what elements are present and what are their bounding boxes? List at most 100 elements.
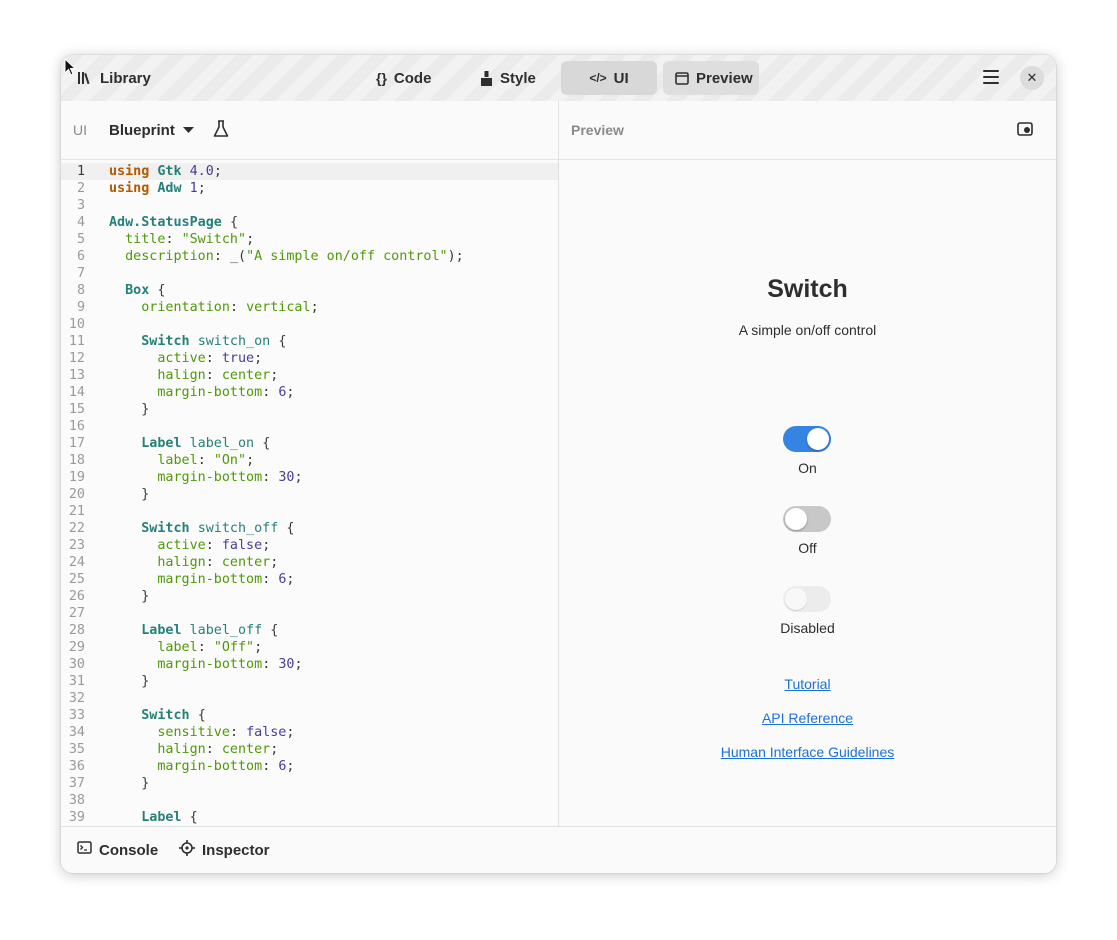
library-icon (77, 71, 93, 85)
line-text: active: false; (157, 538, 271, 553)
code-line[interactable]: 36 margin-bottom: 6; (61, 758, 558, 775)
tab-ui[interactable]: </> UI (561, 61, 657, 95)
link-row: API Reference (559, 710, 1056, 728)
code-line[interactable]: 16 (61, 418, 558, 435)
line-text: halign: center; (157, 742, 279, 757)
link-row: Tutorial (559, 676, 1056, 694)
line-text: } (141, 487, 150, 502)
line-text: Box { (125, 283, 166, 298)
code-line[interactable]: 8 Box { (61, 282, 558, 299)
line-number: 17 (68, 436, 85, 451)
code-line[interactable]: 28 Label label_off { (61, 622, 558, 639)
line-text: margin-bottom: 6; (157, 385, 295, 400)
tab-preview[interactable]: Preview (663, 61, 759, 95)
code-line[interactable]: 37 } (61, 775, 558, 792)
code-line[interactable]: 7 (61, 265, 558, 282)
code-line[interactable]: 33 Switch { (61, 707, 558, 724)
line-number: 10 (68, 317, 85, 332)
code-line[interactable]: 15 } (61, 401, 558, 418)
inspector-label: Inspector (202, 841, 270, 859)
line-text: margin-bottom: 30; (157, 470, 303, 485)
code-line[interactable]: 23 active: false; (61, 537, 558, 554)
code-line[interactable]: 22 Switch switch_off { (61, 520, 558, 537)
code-line[interactable]: 21 (61, 503, 558, 520)
tab-style[interactable]: Style (468, 61, 560, 95)
switch-knob (785, 508, 807, 530)
line-text: Adw.StatusPage { (109, 215, 238, 230)
line-text: using Adw 1; (109, 181, 206, 196)
language-dropdown[interactable]: Blueprint (103, 113, 200, 147)
code-line[interactable]: 2 using Adw 1; (61, 180, 558, 197)
ui-toolbar: UI Blueprint (61, 101, 558, 160)
code-line[interactable]: 11 Switch switch_on { (61, 333, 558, 350)
line-number: 9 (76, 300, 85, 315)
tab-code[interactable]: {} Code (364, 61, 454, 95)
switch-on[interactable] (783, 426, 831, 452)
console-button[interactable]: Console (71, 834, 164, 866)
close-icon: ✕ (1026, 70, 1038, 85)
code-line[interactable]: 24 halign: center; (61, 554, 558, 571)
line-text: Label label_on { (141, 436, 271, 451)
screenshot-button[interactable] (1017, 121, 1035, 139)
flask-button[interactable] (213, 120, 231, 140)
line-text: } (141, 674, 150, 689)
api-reference-link[interactable]: API Reference (762, 710, 853, 726)
code-line[interactable]: 31 } (61, 673, 558, 690)
library-button[interactable]: Library (65, 61, 163, 95)
code-line[interactable]: 19 margin-bottom: 30; (61, 469, 558, 486)
tab-code-label: Code (393, 69, 432, 87)
line-number: 32 (68, 691, 85, 706)
code-line[interactable]: 20 } (61, 486, 558, 503)
line-number: 29 (68, 640, 85, 655)
brush-icon (480, 70, 493, 86)
code-line[interactable]: 30 margin-bottom: 30; (61, 656, 558, 673)
line-number: 35 (68, 742, 85, 757)
braces-icon: {} (376, 70, 387, 86)
code-line[interactable]: 34 sensitive: false; (61, 724, 558, 741)
crosshair-icon (179, 839, 195, 861)
line-text: using Gtk 4.0; (109, 164, 222, 179)
switch-knob (785, 588, 807, 610)
line-text: sensitive: false; (157, 725, 295, 740)
code-line[interactable]: 35 halign: center; (61, 741, 558, 758)
tab-style-label: Style (500, 69, 536, 87)
line-number: 6 (76, 249, 85, 264)
code-line[interactable]: 32 (61, 690, 558, 707)
inspector-button[interactable]: Inspector (173, 834, 276, 866)
code-line[interactable]: 27 (61, 605, 558, 622)
close-button[interactable]: ✕ (1020, 66, 1044, 90)
code-line[interactable]: 39 Label { (61, 809, 558, 826)
code-line[interactable]: 1 using Gtk 4.0; (61, 163, 558, 180)
line-number: 39 (68, 810, 85, 825)
code-line[interactable]: 25 margin-bottom: 6; (61, 571, 558, 588)
code-line[interactable]: 12 active: true; (61, 350, 558, 367)
line-number: 15 (68, 402, 85, 417)
code-line[interactable]: 17 Label label_on { (61, 435, 558, 452)
code-line[interactable]: 9 orientation: vertical; (61, 299, 558, 316)
code-editor[interactable]: 1 using Gtk 4.0; 2 using Adw 1; 3 4 Adw.Status… (61, 160, 558, 826)
line-text: Switch { (141, 708, 206, 723)
code-line[interactable]: 29 label: "Off"; (61, 639, 558, 656)
line-number: 4 (76, 215, 85, 230)
code-line[interactable]: 3 (61, 197, 558, 214)
line-number: 16 (68, 419, 85, 434)
code-line[interactable]: 10 (61, 316, 558, 333)
code-line[interactable]: 38 (61, 792, 558, 809)
code-line[interactable]: 14 margin-bottom: 6; (61, 384, 558, 401)
switch-off[interactable] (783, 506, 831, 532)
tutorial-link[interactable]: Tutorial (784, 676, 830, 692)
line-number: 8 (76, 283, 85, 298)
screenshot-icon (1017, 122, 1033, 140)
code-line[interactable]: 18 label: "On"; (61, 452, 558, 469)
hig-link[interactable]: Human Interface Guidelines (721, 744, 895, 760)
code-line[interactable]: 13 halign: center; (61, 367, 558, 384)
switch-knob (807, 428, 829, 450)
code-line[interactable]: 6 description: _("A simple on/off contro… (61, 248, 558, 265)
code-line[interactable]: 5 title: "Switch"; (61, 231, 558, 248)
line-text: margin-bottom: 6; (157, 572, 295, 587)
code-line[interactable]: 26 } (61, 588, 558, 605)
code-line[interactable]: 4 Adw.StatusPage { (61, 214, 558, 231)
line-number: 33 (68, 708, 85, 723)
main-menu-button[interactable] (983, 70, 999, 84)
line-text: } (141, 776, 150, 791)
